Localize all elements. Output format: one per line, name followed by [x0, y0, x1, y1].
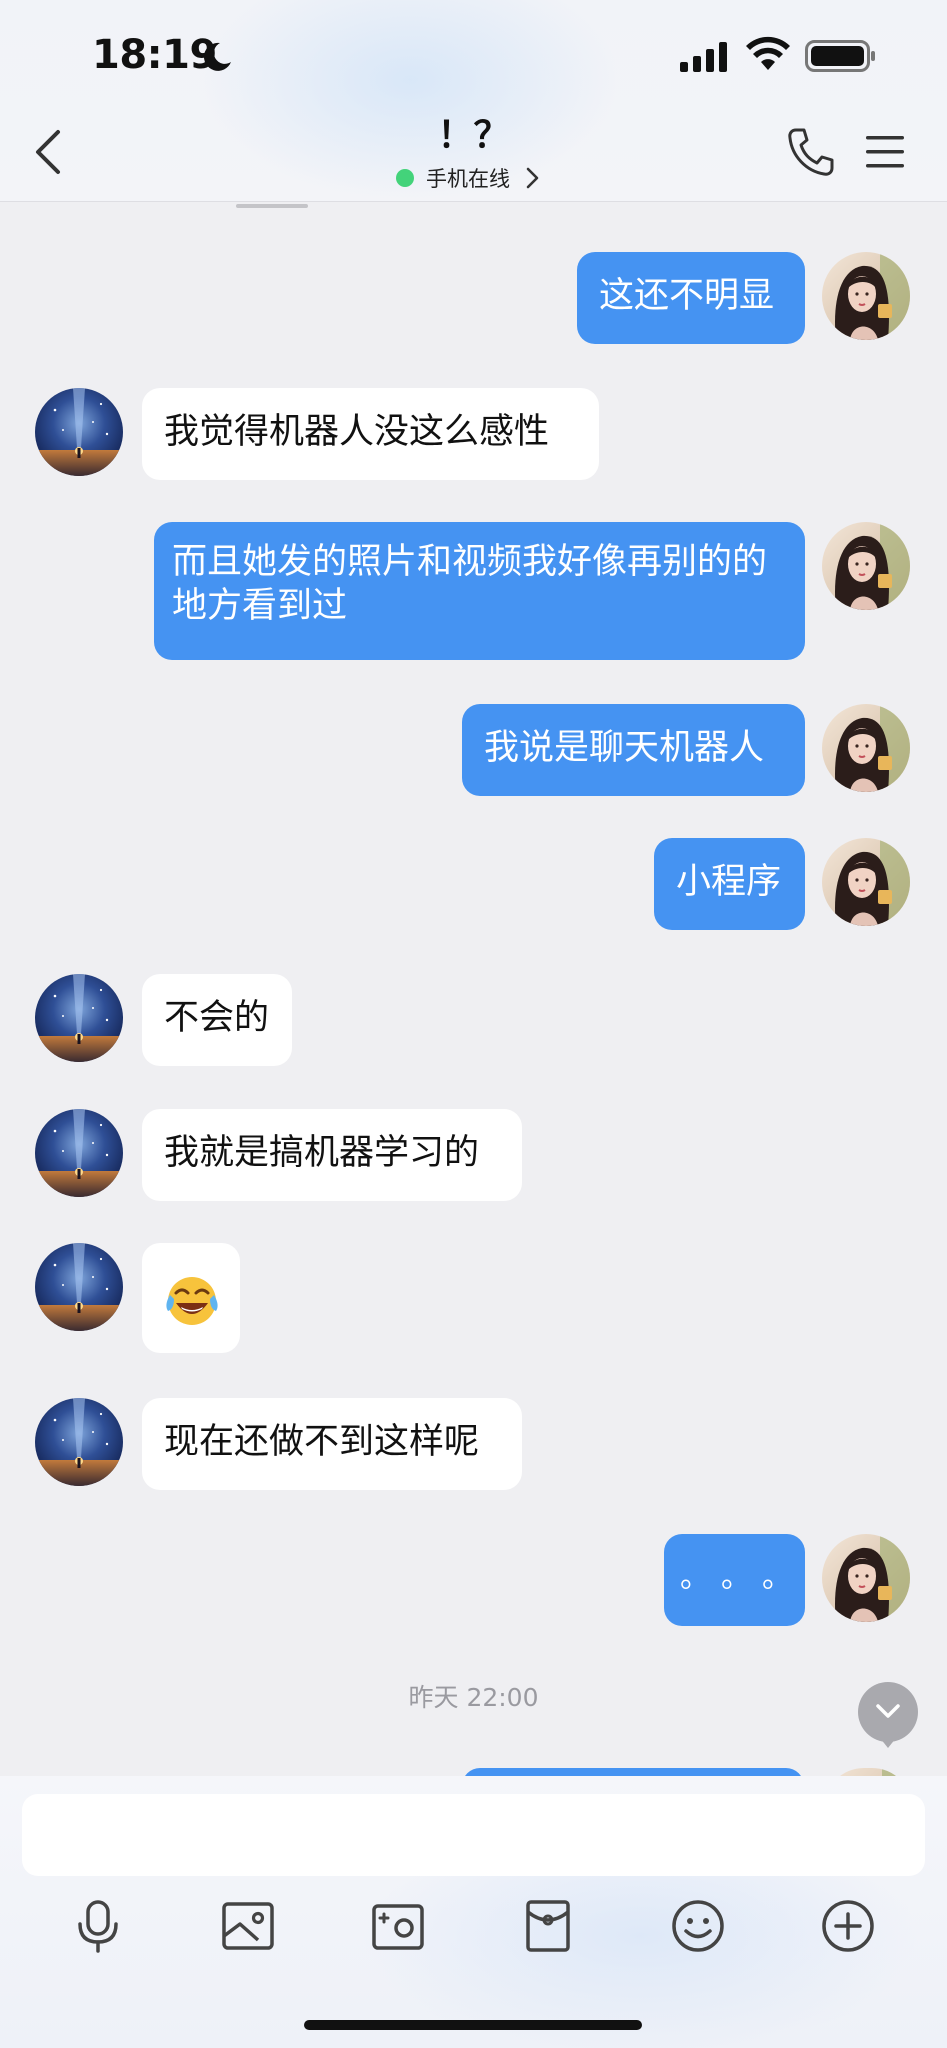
scroll-button-pointer: [880, 1738, 896, 1748]
my-avatar[interactable]: [822, 522, 910, 610]
message-bubble-outgoing[interactable]: 。。。: [664, 1534, 805, 1626]
status-time: 18:19: [92, 32, 217, 78]
header-indicator: [236, 204, 308, 208]
cellular-signal-icon: [680, 42, 727, 72]
contact-avatar[interactable]: [35, 1109, 123, 1197]
contact-avatar[interactable]: [35, 1398, 123, 1486]
my-avatar[interactable]: [822, 252, 910, 340]
contact-avatar[interactable]: [35, 1243, 123, 1331]
scroll-to-bottom-button[interactable]: [858, 1682, 918, 1742]
chevron-right-icon: [526, 167, 539, 189]
online-status[interactable]: 手机在线: [396, 162, 542, 194]
phone-call-icon[interactable]: [786, 126, 834, 178]
message-input[interactable]: [22, 1794, 925, 1876]
menu-icon[interactable]: [864, 132, 906, 172]
contact-avatar[interactable]: [35, 974, 123, 1062]
my-avatar[interactable]: [822, 704, 910, 792]
message-bubble-outgoing[interactable]: 而且她发的照片和视频我好像再别的的地方看到过: [154, 522, 805, 660]
online-status-text: 手机在线: [426, 167, 510, 191]
moon-icon: [203, 42, 231, 71]
message-bubble-incoming[interactable]: 我就是搞机器学习的: [142, 1109, 522, 1201]
plus-icon[interactable]: [818, 1896, 878, 1956]
chevron-down-icon: [876, 1704, 900, 1718]
wifi-icon: [746, 36, 790, 70]
battery-icon: [805, 40, 875, 72]
contact-avatar[interactable]: [35, 388, 123, 476]
my-avatar[interactable]: [822, 838, 910, 926]
microphone-icon[interactable]: [68, 1896, 128, 1956]
chat-screen: 18:19 ！？ 手机在线 这还不明显 我觉得机器人没这么感性 而且她发的照片和…: [0, 0, 947, 2048]
home-indicator: [304, 2020, 642, 2030]
emoji-icon[interactable]: [668, 1896, 728, 1956]
message-bubble-incoming[interactable]: 现在还做不到这样呢: [142, 1398, 522, 1490]
my-avatar[interactable]: [822, 1534, 910, 1622]
message-bubble-incoming[interactable]: 我觉得机器人没这么感性: [142, 388, 599, 480]
message-bubble-emoji[interactable]: [142, 1243, 240, 1353]
message-bubble-incoming[interactable]: 不会的: [142, 974, 292, 1066]
red-packet-icon[interactable]: [518, 1896, 578, 1956]
tears-of-joy-emoji-icon: [166, 1277, 218, 1325]
message-timestamp: 昨天 22:00: [408, 1683, 539, 1712]
message-bubble-outgoing[interactable]: 我说是聊天机器人: [462, 704, 805, 796]
image-icon[interactable]: [218, 1896, 278, 1956]
chat-header: 18:19 ！？ 手机在线: [0, 0, 947, 202]
camera-icon[interactable]: [368, 1896, 428, 1956]
online-dot: [396, 169, 414, 187]
message-bubble-outgoing[interactable]: 这还不明显: [577, 252, 805, 344]
message-bubble-outgoing[interactable]: 小程序: [654, 838, 805, 930]
